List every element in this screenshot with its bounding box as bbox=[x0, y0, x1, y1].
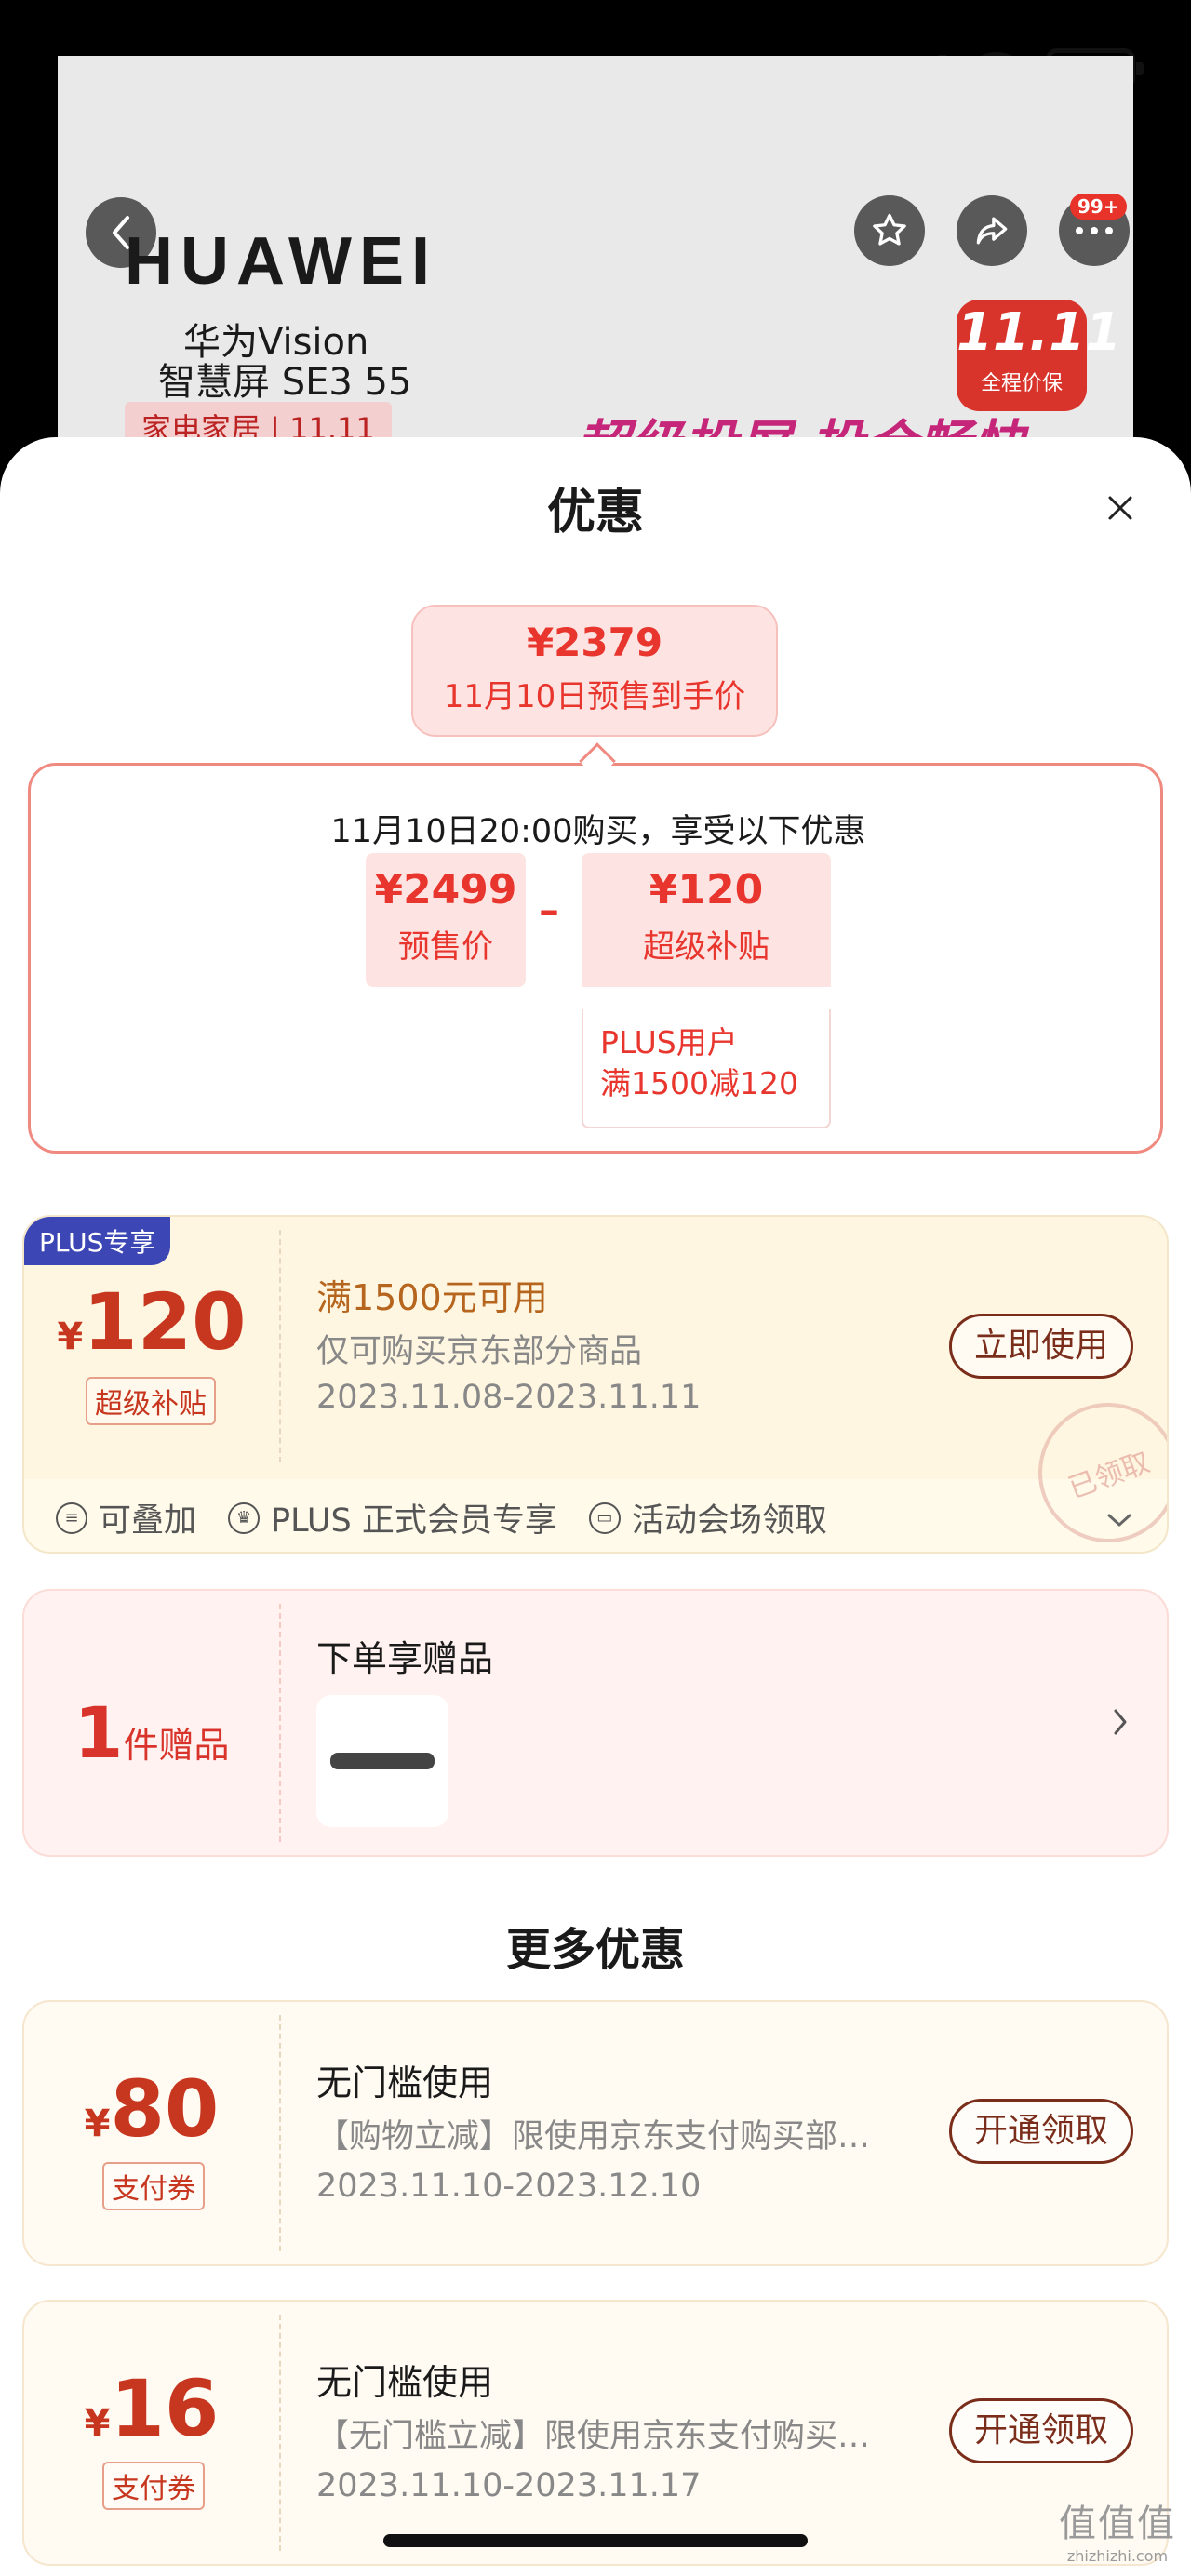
coupon-title: 无门槛使用 bbox=[316, 2362, 494, 2403]
ticket-icon: ▭ bbox=[588, 1502, 621, 1534]
share-button[interactable] bbox=[957, 195, 1027, 266]
use-now-button[interactable]: 立即使用 bbox=[948, 1314, 1133, 1379]
feature-label: 可叠加 bbox=[99, 1502, 197, 1540]
brand-logo: HUAWEI bbox=[125, 224, 437, 299]
coupon-amount-value: 120 bbox=[83, 1276, 247, 1368]
product-page-background: HUAWEI 华为Vision 智慧屏 SE3 55 99+ 11.11 全程价… bbox=[58, 56, 1133, 493]
coupon-type-tag: 支付券 bbox=[102, 2462, 205, 2510]
coupon-type-tag: 支付券 bbox=[102, 2162, 205, 2210]
plus-badge: PLUS专享 bbox=[24, 1217, 171, 1265]
subsidy-value: ¥120 bbox=[649, 866, 764, 914]
coupon-divider bbox=[279, 2015, 281, 2251]
coupon-divider bbox=[279, 1230, 281, 1462]
watermark-logo: 值值值 bbox=[1059, 2503, 1176, 2545]
gift-count-number: 1 bbox=[74, 1691, 124, 1774]
coupon-amount-value: 16 bbox=[110, 2363, 220, 2454]
coupon-features: ≡ 可叠加 ♛ PLUS 正式会员专享 ▭ 活动会场领取 bbox=[56, 1494, 827, 1542]
feature-stackable: ≡ 可叠加 bbox=[56, 1494, 196, 1542]
home-indicator[interactable] bbox=[383, 2534, 808, 2547]
favorite-button[interactable] bbox=[854, 195, 925, 266]
subsidy-note: PLUS用户 满1500减120 bbox=[582, 1009, 831, 1128]
pay-coupon-card[interactable]: ¥16 支付券 无门槛使用 【无门槛立减】限使用京东支付购买… 2023.11.… bbox=[22, 2300, 1169, 2566]
gift-divider bbox=[279, 1604, 281, 1842]
coupon-amount: ¥80 bbox=[24, 2063, 279, 2155]
coupon-amount-value: 80 bbox=[110, 2063, 220, 2155]
activate-claim-button[interactable]: 开通领取 bbox=[948, 2398, 1133, 2463]
more-dots-icon bbox=[1076, 227, 1113, 234]
gift-thumbnail[interactable] bbox=[316, 1695, 448, 1827]
minus-operator: – bbox=[539, 887, 559, 934]
close-button[interactable] bbox=[1098, 486, 1143, 530]
more-offers-title: 更多优惠 bbox=[505, 1924, 685, 1976]
final-price: ¥2379 bbox=[526, 620, 663, 665]
activate-claim-button[interactable]: 开通领取 bbox=[948, 2099, 1133, 2164]
sheet-title: 优惠 bbox=[546, 485, 644, 541]
gift-count-label: 件赠品 bbox=[123, 1725, 230, 1766]
discount-sheet: 优惠 ¥2379 11月10日预售到手价 11月10日20:00购买，享受以下优… bbox=[0, 437, 1191, 2576]
notification-badge: 99+ bbox=[1070, 194, 1127, 220]
coupon-title: 满1500元可用 bbox=[316, 1277, 548, 1318]
price-calculation-box: 11月10日20:00购买，享受以下优惠 ¥2499 预售价 – ¥120 超级… bbox=[28, 763, 1163, 1154]
subsidy-note-line1: PLUS用户 bbox=[600, 1024, 738, 1061]
watermark: 值值值 zhizhizhi.com bbox=[1059, 2493, 1176, 2565]
watermark-url: zhizhizhi.com bbox=[1066, 2547, 1169, 2565]
coupon-divider bbox=[279, 2315, 281, 2551]
coupon-amount: ¥16 bbox=[24, 2363, 279, 2454]
coupon-date: 2023.11.10-2023.11.17 bbox=[316, 2467, 702, 2504]
share-icon bbox=[976, 217, 1008, 245]
feature-venue: ▭ 活动会场领取 bbox=[588, 1494, 827, 1542]
gift-count: 1件赠品 bbox=[24, 1691, 279, 1774]
soundbar-image bbox=[330, 1753, 435, 1769]
close-icon bbox=[1108, 496, 1132, 520]
currency-symbol: ¥ bbox=[57, 1315, 84, 1358]
star-icon bbox=[873, 213, 906, 246]
calc-title: 11月10日20:00购买，享受以下优惠 bbox=[330, 813, 866, 850]
subsidy-box: ¥120 超级补贴 bbox=[582, 853, 831, 987]
coupon-amount: ¥120 bbox=[24, 1276, 279, 1368]
coupon-type-tag: 超级补贴 bbox=[86, 1377, 216, 1425]
currency-symbol: ¥ bbox=[84, 2402, 111, 2445]
subsidy-label: 超级补贴 bbox=[643, 928, 769, 966]
event-logo: 11.11 全程价保 bbox=[957, 300, 1122, 411]
event-logo-text: 11.11 bbox=[957, 302, 1122, 363]
subsidy-note-line2: 满1500减120 bbox=[600, 1065, 798, 1101]
feature-plus-only: ♛ PLUS 正式会员专享 bbox=[228, 1494, 557, 1542]
product-model: 智慧屏 SE3 55 bbox=[158, 361, 412, 404]
gift-card[interactable]: 1件赠品 下单享赠品 bbox=[22, 1589, 1169, 1857]
coupon-desc: 仅可购买京东部分商品 bbox=[316, 1333, 643, 1370]
coupon-date: 2023.11.08-2023.11.11 bbox=[316, 1379, 702, 1416]
presale-label: 预售价 bbox=[398, 928, 493, 966]
coupon-desc: 【购物立减】限使用京东支付购买部… bbox=[316, 2118, 871, 2156]
plus-coupon-card[interactable]: PLUS专享 ¥120 超级补贴 满1500元可用 仅可购买京东部分商品 202… bbox=[22, 1215, 1169, 1554]
crown-icon: ♛ bbox=[228, 1502, 261, 1534]
coupon-date: 2023.11.10-2023.12.10 bbox=[316, 2168, 702, 2205]
presale-price-box: ¥2499 预售价 bbox=[366, 853, 526, 987]
final-price-bubble: ¥2379 11月10日预售到手价 bbox=[411, 605, 778, 737]
pay-coupon-card[interactable]: ¥80 支付券 无门槛使用 【购物立减】限使用京东支付购买部… 2023.11.… bbox=[22, 2000, 1169, 2266]
stack-icon: ≡ bbox=[56, 1502, 87, 1534]
feature-label: 活动会场领取 bbox=[631, 1502, 827, 1540]
coupon-desc: 【无门槛立减】限使用京东支付购买… bbox=[316, 2418, 871, 2455]
coupon-title: 无门槛使用 bbox=[316, 2062, 494, 2103]
event-logo-sub: 全程价保 bbox=[980, 372, 1063, 395]
currency-symbol: ¥ bbox=[84, 2102, 111, 2145]
chevron-right-icon[interactable] bbox=[1111, 1706, 1130, 1738]
gift-title: 下单享赠品 bbox=[316, 1638, 494, 1679]
feature-label: PLUS 正式会员专享 bbox=[271, 1502, 557, 1540]
chevron-down-icon[interactable] bbox=[1105, 1511, 1133, 1529]
final-price-desc: 11月10日预售到手价 bbox=[443, 678, 746, 715]
presale-price: ¥2499 bbox=[374, 866, 517, 914]
